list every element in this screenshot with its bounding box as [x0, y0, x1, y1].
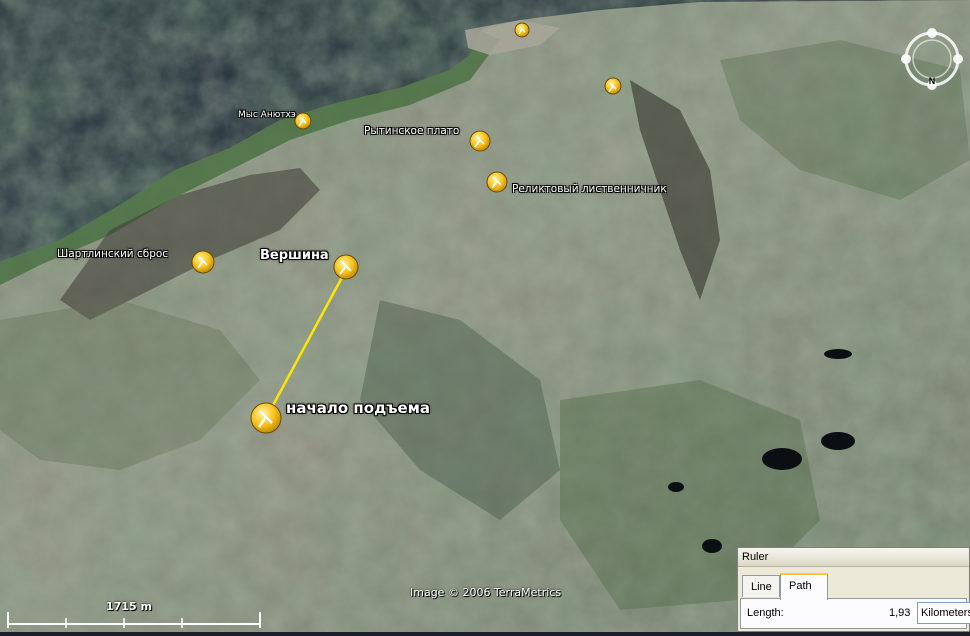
placemark-label-relikt[interactable]: Реликтовый лиственничник: [512, 183, 667, 195]
placemark-pin-ridge[interactable]: [604, 77, 622, 95]
placemark-label-mys[interactable]: Мыс Анютхэ: [238, 110, 296, 120]
lake-3: [824, 349, 852, 359]
ruler-panel: Ruler Line Path Length: 1,93 Kilometers: [737, 547, 970, 632]
placemark-label-vershina[interactable]: Вершина: [260, 248, 329, 263]
tab-path[interactable]: Path: [780, 573, 828, 600]
placemark-label-shartl[interactable]: Шартлинский сброс: [57, 248, 168, 260]
tab-line[interactable]: Line: [742, 575, 780, 597]
map-view[interactable]: N Мыс Анютхэ Рытинское плато Реликтовый …: [0, 0, 970, 632]
ruler-body: Length: 1,93 Kilometers: [740, 598, 970, 629]
ruler-tabs: Line Path: [738, 573, 969, 600]
scale-label: 1715 m: [106, 600, 152, 613]
placemark-label-rytin[interactable]: Рытинское плато: [364, 125, 459, 137]
lake-2: [821, 432, 855, 450]
placemark-pin-shartl[interactable]: [191, 250, 215, 274]
ruler-title[interactable]: Ruler: [738, 548, 969, 567]
lake-5: [668, 482, 684, 492]
placemark-pin-spit[interactable]: [514, 22, 530, 38]
length-value: 1,93: [889, 607, 911, 619]
placemark-pin-relikt[interactable]: [486, 171, 508, 193]
placemark-pin-nachalo[interactable]: [250, 402, 282, 434]
lake-4: [702, 539, 722, 553]
lake-1: [762, 448, 802, 470]
compass-north-letter: N: [929, 76, 936, 86]
placemark-label-nachalo[interactable]: начало подъема: [286, 399, 430, 417]
imagery-credit: Image © 2006 TerraMetrics: [410, 586, 562, 599]
terrain-canvas[interactable]: N: [0, 0, 970, 632]
length-label: Length:: [747, 607, 784, 619]
placemark-pin-rytin[interactable]: [469, 130, 491, 152]
placemark-pin-mys[interactable]: [294, 112, 312, 130]
placemark-pin-vershina[interactable]: [333, 254, 359, 280]
unit-select[interactable]: Kilometers: [917, 602, 970, 624]
